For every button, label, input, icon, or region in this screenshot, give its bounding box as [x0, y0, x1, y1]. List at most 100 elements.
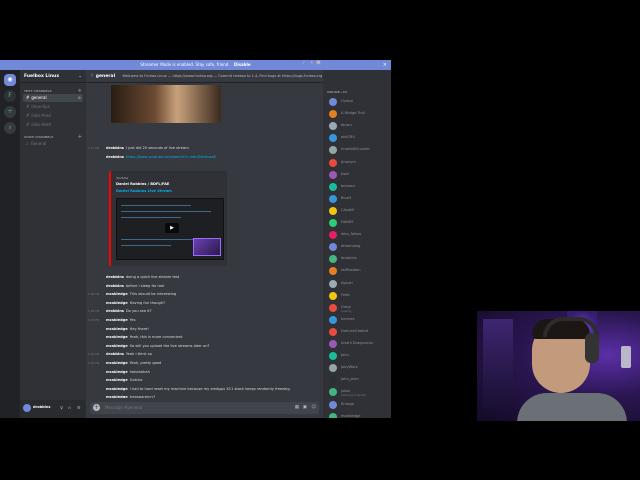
message-author[interactable]: mcskiedge [106, 327, 128, 331]
message-author[interactable]: mcskiedge [106, 370, 128, 374]
member-item[interactable]: Blue3 [327, 194, 391, 205]
member-item[interactable]: jubar Listening to Spotify [327, 387, 391, 398]
gear-icon[interactable]: ⚙ [78, 94, 81, 102]
avatar [329, 279, 337, 288]
explore-servers-icon[interactable]: ⌕ [4, 122, 16, 134]
channel-item[interactable]: # linux-tips [23, 103, 83, 111]
member-item[interactable]: Feeb [327, 291, 391, 302]
bell-icon[interactable]: ♪ [302, 61, 305, 66]
home-icon[interactable]: ◉ [4, 74, 16, 86]
member-item[interactable]: Dohnee/Hobbit [327, 327, 391, 338]
thumbnail-detail [121, 205, 191, 206]
message-author[interactable]: drobbins [106, 352, 124, 356]
member-item[interactable]: mcskiedge [327, 412, 391, 418]
message-author[interactable]: mcskiedge [106, 387, 128, 391]
member-item[interactable]: Insahl Dragonmar [327, 339, 391, 350]
person-shirt [517, 393, 627, 421]
server-list: ◉ F + ⌕ [0, 70, 20, 418]
channel-item[interactable]: # links-feed [23, 121, 83, 129]
streamer-mode-banner: Streamer Mode is enabled. Stay safe, fri… [0, 60, 391, 70]
avatar [329, 98, 337, 106]
member-item[interactable]: john_jerm [327, 375, 391, 386]
message-composer[interactable]: + Message #general ▦ ▣ ☺ [90, 402, 319, 414]
embedded-image[interactable] [111, 85, 221, 123]
member-item[interactable]: JobyWork [327, 363, 391, 374]
video-thumbnail[interactable]: ▶ [116, 198, 224, 260]
server-name[interactable]: Fuelbox Linux ⌄ [20, 70, 86, 83]
member-item[interactable]: ledPosition [327, 266, 391, 277]
message-input[interactable]: Message #general [105, 405, 142, 410]
member-name: Oyasui [341, 99, 354, 103]
avatar[interactable] [23, 404, 31, 412]
message: mcskiedge Having fun though? [88, 300, 323, 307]
member-item[interactable]: Ayzuki [327, 279, 391, 290]
channel-item[interactable]: # links-feed [23, 112, 83, 120]
add-server-icon[interactable]: + [4, 106, 16, 118]
microphone-icon[interactable]: ♀ [60, 405, 63, 410]
member-item[interactable]: Asfd [327, 170, 391, 181]
message-author[interactable]: mcskiedge [106, 318, 128, 322]
close-icon[interactable]: × [383, 60, 387, 70]
play-icon[interactable]: ▶ [165, 223, 179, 233]
message-author[interactable]: mcskiedge [106, 292, 128, 296]
youtube-embed[interactable]: YouTube Daniel Robbins / BDFL/FAE Daniel… [109, 171, 227, 266]
member-item[interactable]: bcowan [327, 182, 391, 193]
gift-icon[interactable]: ▦ [295, 405, 299, 410]
member-item[interactable]: Anonym [327, 158, 391, 169]
avatar [329, 267, 337, 276]
message-text: Yeah, pretty good [129, 361, 162, 365]
message-author[interactable]: drobbins [106, 155, 124, 159]
text-channels-category[interactable]: TEXT CHANNELS + [20, 88, 86, 94]
member-item[interactable]: Jahu [327, 351, 391, 362]
member-item[interactable]: Krudge [327, 400, 391, 411]
message-author[interactable]: mcskiedge [106, 361, 128, 365]
server-icon-funtoo[interactable]: F [4, 90, 16, 102]
message: mcskiedge So will you upload the live str… [88, 343, 323, 350]
message-author[interactable]: mcskiedge [106, 378, 128, 382]
voice-channel-general[interactable]: ♪ General [23, 140, 83, 148]
message-author[interactable]: mcskiedge [106, 335, 128, 339]
avatar [329, 255, 337, 264]
member-item[interactable]: drobbins [327, 254, 391, 265]
message-author[interactable]: mcskiedge [106, 344, 128, 348]
message-text: hahahahah [129, 369, 150, 374]
member-item[interactable]: A Bridge Troll [327, 109, 391, 120]
embed-author[interactable]: Daniel Robbins / BDFL/FAE [116, 182, 169, 186]
member-name: CAyaNi [341, 207, 354, 212]
headphones-icon[interactable]: ∩ [68, 405, 71, 410]
embed-title[interactable]: Daniel Robbins Live Stream [116, 189, 172, 193]
member-item[interactable]: abit780 [327, 133, 391, 144]
member-item[interactable]: AnakinBCrusher [327, 145, 391, 156]
pin-icon[interactable]: ✦ [310, 61, 314, 66]
member-name: mcskiedge [341, 413, 361, 418]
message-author[interactable]: drobbins [106, 284, 124, 288]
gif-icon[interactable]: ▣ [303, 405, 307, 410]
member-item[interactable]: hermes [327, 315, 391, 326]
channel-topic[interactable]: Welcome to Funtoo Linux — https://www.fu… [123, 74, 323, 78]
emoji-icon[interactable]: ☺ [311, 405, 316, 410]
message-author[interactable]: mcskiedge [106, 395, 128, 398]
member-name: DANE0 [341, 220, 354, 224]
gear-icon[interactable]: ⚙ [77, 405, 81, 410]
member-item[interactable]: CAyaNi [327, 206, 391, 217]
channel-general[interactable]: # general ⚙ [23, 94, 83, 102]
message: mcskiedge Hey there! [88, 326, 323, 333]
member-item[interactable]: dhtomalog [327, 242, 391, 253]
member-item[interactable]: dibu_fellow [327, 230, 391, 241]
members-icon[interactable]: ☻ [316, 61, 321, 66]
member-item[interactable]: bluwu [327, 121, 391, 132]
disable-streamer-mode-button[interactable]: Disable [234, 62, 251, 67]
banner-text: Streamer Mode is enabled. Stay safe, fri… [140, 62, 230, 67]
thumbnail-detail [121, 239, 201, 240]
message-link[interactable]: https://www.youtube.com/watch?v=kbnDXvhb… [126, 155, 216, 159]
message-author[interactable]: mcskiedge [106, 301, 128, 305]
voice-channels-category[interactable]: VOICE CHANNELS + [20, 134, 86, 140]
member-item[interactable]: Oyasui [327, 97, 391, 108]
upload-icon[interactable]: + [93, 404, 100, 411]
message-author[interactable]: drobbins [106, 309, 124, 313]
message-author[interactable]: drobbins [106, 275, 124, 279]
message-author[interactable]: drobbins [106, 146, 124, 150]
member-item[interactable]: DANE0 [327, 218, 391, 229]
member-name: Dohnee/Hobbit [341, 328, 369, 333]
member-item[interactable]: Gregl Loading... [327, 303, 391, 314]
